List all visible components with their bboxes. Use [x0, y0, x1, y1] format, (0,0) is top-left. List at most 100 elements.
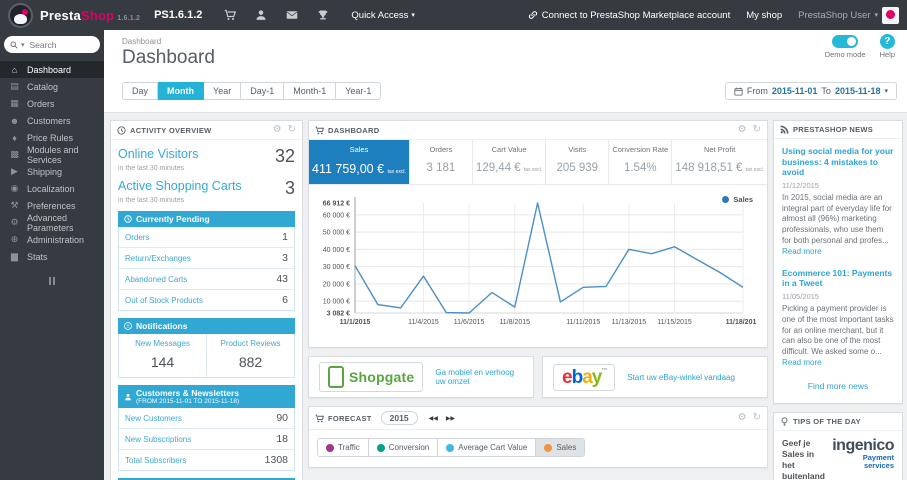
article-title-link[interactable]: Using social media for your business: 4 … [782, 146, 894, 178]
demo-mode-toggle[interactable] [832, 35, 859, 48]
sidebar-item-localization[interactable]: ◉ Localization [0, 180, 104, 197]
previous-year-icon[interactable]: ◀◀ [426, 413, 441, 424]
sales-legend-dot-icon [722, 196, 730, 203]
refresh-icon[interactable]: ↻ [753, 125, 761, 135]
ingenico-wordmark: ingenico [832, 436, 894, 454]
sidebar-item-advanced-parameters[interactable]: ⚙ Advanced Parameters [0, 213, 104, 233]
kpi-net-profit[interactable]: Net Profit 148 918,51 € tax excl. [672, 140, 767, 184]
home-icon: ⌂ [11, 64, 18, 75]
date-range-picker[interactable]: From 2015-11-01 To 2015-11-18 ▾ [724, 82, 897, 100]
ebay-letter: b [571, 366, 584, 388]
next-year-icon[interactable]: ▶▶ [443, 413, 458, 424]
user-menu[interactable]: PrestaShop User ▾ [798, 6, 899, 24]
forecast-year-selector[interactable]: 2015 [380, 411, 418, 425]
sidebar-item-preferences[interactable]: ⚒ Preferences [0, 197, 104, 214]
read-more-link[interactable]: Read more [782, 247, 822, 256]
lightbulb-icon [781, 417, 788, 426]
sidebar-search[interactable]: ▾ [4, 36, 100, 53]
gear-icon[interactable]: ⚙ [738, 413, 747, 423]
sidebar-item-price-rules[interactable]: ♦ Price Rules [0, 129, 104, 146]
article-title-link[interactable]: Ecommerce 101: Payments in a Tweet [782, 268, 894, 289]
legend-conversion-button[interactable]: Conversion [368, 439, 439, 456]
sidebar-item-orders[interactable]: ▦ Orders [0, 95, 104, 112]
returns-link[interactable]: Return/Exchanges [125, 254, 191, 263]
calendar-icon [734, 87, 743, 96]
trophy-icon[interactable] [317, 9, 329, 21]
help-icon[interactable]: ? [879, 34, 895, 49]
ebay-link[interactable]: Start uw eBay-winkel vandaag [627, 373, 735, 382]
clock-icon [124, 215, 132, 223]
pause-icon [49, 277, 51, 285]
list-item: Abandoned Carts 43 [119, 269, 294, 290]
gear-icon[interactable]: ⚙ [273, 125, 282, 135]
notification-cells: New Messages 144 Product Reviews 882 [118, 334, 295, 378]
rss-icon [780, 125, 789, 134]
sidebar-item-modules[interactable]: ▩ Modules and Services [0, 144, 104, 165]
online-visitors-link[interactable]: Online Visitors [118, 147, 198, 161]
sidebar-item-label: Modules and Services [27, 144, 79, 165]
product-reviews-cell[interactable]: Product Reviews 882 [206, 334, 294, 377]
sidebar-item-shipping[interactable]: ▶ Shipping [0, 163, 104, 180]
kpi-sales[interactable]: Sales 411 759,00 € tax excl. [309, 140, 410, 184]
sidebar-item-customers[interactable]: ☻ Customers [0, 112, 104, 129]
quick-access-menu[interactable]: Quick Access ▾ [351, 10, 415, 21]
news-article: Ecommerce 101: Payments in a Tweet 11/05… [782, 268, 894, 369]
legend-traffic-button[interactable]: Traffic [318, 439, 369, 456]
range-day-button[interactable]: Day [122, 82, 159, 100]
abandoned-carts-link[interactable]: Abandoned Carts [125, 275, 187, 284]
range-month-button[interactable]: Month [158, 82, 205, 100]
kpi-label: Cart Value [491, 145, 527, 154]
search-input[interactable] [27, 38, 88, 51]
find-more-news-link[interactable]: Find more news [782, 381, 894, 391]
svg-text:11/15/2015: 11/15/2015 [657, 319, 692, 326]
new-customers-link[interactable]: New Customers [125, 414, 182, 423]
envelope-icon[interactable] [286, 9, 298, 21]
legend-average-cart-value-button[interactable]: Average Cart Value [438, 439, 537, 456]
gear-icon[interactable]: ⚙ [738, 125, 747, 135]
sidebar-item-dashboard[interactable]: ⌂ Dashboard [0, 61, 104, 78]
panel-title: FORECAST [328, 413, 372, 423]
out-of-stock-link[interactable]: Out of Stock Products [125, 296, 203, 305]
kpi-cart-value[interactable]: Cart Value 129,44 € tax excl. [473, 140, 547, 184]
kpi-orders[interactable]: Orders 3 181 [410, 140, 473, 184]
sidebar-item-administration[interactable]: ⊕ Administration [0, 231, 104, 248]
svg-text:20 000 €: 20 000 € [323, 281, 350, 288]
range-year-1-button[interactable]: Year-1 [336, 82, 382, 100]
new-messages-count: 144 [150, 354, 175, 370]
ebay-letter: e [562, 366, 573, 388]
my-shop-link[interactable]: My shop [746, 10, 782, 21]
shopgate-link[interactable]: Ga mobiel en verhoog uw omzet [435, 368, 523, 386]
collapse-menu-button[interactable] [0, 277, 104, 285]
search-scope-caret-icon[interactable]: ▾ [21, 41, 25, 49]
user-menu-label: PrestaShop User [798, 9, 871, 21]
cart-icon[interactable] [224, 9, 237, 21]
book-icon: ▤ [10, 81, 19, 91]
activity-panel-header: ACTIVITY OVERVIEW ⚙ ↻ [111, 121, 302, 140]
legend-sales-button[interactable]: Sales [536, 439, 585, 456]
kpi-conversion-rate[interactable]: Conversion Rate 1.54% [609, 140, 673, 184]
refresh-icon[interactable]: ↻ [753, 413, 761, 423]
kpi-visits[interactable]: Visits 205 939 [546, 140, 610, 184]
sidebar-item-catalog[interactable]: ▤ Catalog [0, 78, 104, 95]
globe-icon: ◉ [10, 183, 19, 193]
marketplace-link[interactable]: Connect to PrestaShop Marketplace accoun… [528, 9, 731, 21]
new-subscriptions-link[interactable]: New Subscriptions [125, 435, 191, 444]
breadcrumb: Dashboard [122, 37, 162, 46]
user-avatar [882, 6, 899, 24]
kpi-label: Net Profit [704, 145, 736, 154]
sidebar-item-stats[interactable]: ▆ Stats [0, 248, 104, 265]
range-month-1-button[interactable]: Month-1 [284, 82, 337, 100]
marketplace-label: Connect to PrestaShop Marketplace accoun… [541, 9, 731, 21]
total-subscribers-link[interactable]: Total Subscribers [125, 456, 186, 465]
customers-newsletters-header: Customers & Newsletters (FROM 2015-11-01 … [118, 385, 295, 408]
read-more-link[interactable]: Read more [782, 358, 822, 367]
kpi-label: Sales [349, 145, 369, 154]
active-carts-link[interactable]: Active Shopping Carts [118, 179, 242, 193]
range-year-button[interactable]: Year [204, 82, 242, 100]
sidebar-item-label: Dashboard [27, 64, 72, 75]
orders-link[interactable]: Orders [125, 233, 149, 242]
new-messages-cell[interactable]: New Messages 144 [119, 334, 206, 377]
person-icon[interactable] [255, 9, 267, 21]
refresh-icon[interactable]: ↻ [288, 125, 296, 135]
range-day-1-button[interactable]: Day-1 [241, 82, 285, 100]
